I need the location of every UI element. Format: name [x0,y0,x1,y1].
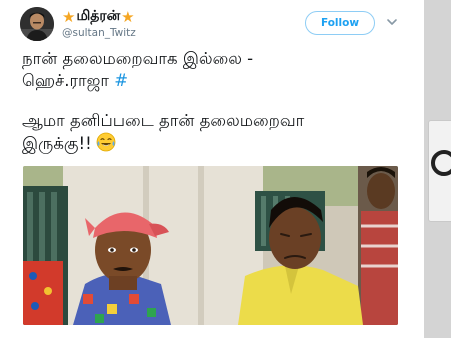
tweet-line: நான் தலைமறைவாக இல்லை - [22,49,254,68]
display-name[interactable]: மித்ரன் [76,8,120,26]
tweet-line-with-hashtag: ஹெச்.ராஜா # [22,70,412,92]
tweet-line: இருக்கு!! [22,134,92,153]
tweet-line: ஹெச்.ராஜா [22,71,109,90]
tweet-card: ★ மித்ரன் ★ @sultan_Twitz Follow நான் தல… [0,0,424,338]
meme-photo [23,166,398,325]
avatar[interactable] [20,7,54,41]
chevron-down-icon[interactable] [386,16,398,28]
hashtag-link[interactable]: # [114,71,128,90]
display-name-row[interactable]: ★ மித்ரன் ★ [62,8,135,26]
tweet-line: ஆமா தனிப்படை தான் தலைமறைவா [22,111,305,130]
tweet-media-photo[interactable] [23,166,398,325]
adjacent-panel-edge [424,0,451,338]
adjacent-panel-glyph [431,150,451,176]
user-handle[interactable]: @sultan_Twitz [62,27,136,39]
follow-button[interactable]: Follow [305,11,375,35]
tweet-line-with-emoji: இருக்கு!! [22,132,412,155]
tweet-text: நான் தலைமறைவாக இல்லை - ஹெச்.ராஜா # ஆமா த… [22,48,412,155]
star-icon: ★ [121,7,135,26]
avatar-photo [20,7,54,41]
star-icon: ★ [62,7,76,26]
tears-of-joy-emoji-icon [96,132,116,152]
